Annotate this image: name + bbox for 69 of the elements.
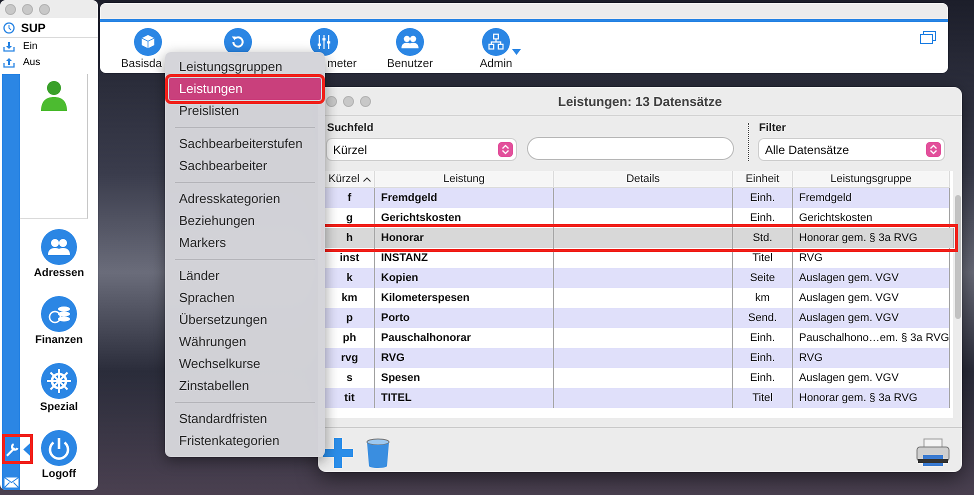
- stepper-icon: [498, 142, 513, 157]
- cube-icon: [134, 28, 162, 56]
- table-row[interactable]: tit TITEL Titel Honorar gem. § 3a RVG: [325, 388, 950, 408]
- menu-item[interactable]: Beziehungen: [169, 210, 321, 232]
- menu-item[interactable]: Sachbearbeiter: [169, 155, 321, 177]
- table-cell: Titel: [733, 388, 793, 408]
- windows-icon[interactable]: [920, 31, 936, 44]
- table-cell: TITEL: [375, 388, 554, 408]
- menu-item[interactable]: Markers: [169, 232, 321, 254]
- menu-item[interactable]: Standardfristen: [169, 408, 321, 430]
- module-button[interactable]: Finanzen: [35, 296, 83, 363]
- trash-icon[interactable]: [366, 438, 390, 468]
- scrollbar-thumb[interactable]: [955, 195, 961, 319]
- window-close-button[interactable]: [326, 96, 337, 106]
- table-row[interactable]: k Kopien Seite Auslagen gem. VGV: [325, 268, 950, 288]
- table-cell: Honorar gem. § 3a RVG: [793, 388, 950, 408]
- column-header[interactable]: Einheit: [733, 171, 793, 187]
- plus-icon[interactable]: [322, 437, 354, 469]
- clock-icon: [3, 22, 15, 34]
- toolbar-button[interactable]: Admin: [453, 22, 539, 71]
- sort-ascending-icon: [362, 176, 371, 182]
- ship-wheel-icon: [41, 363, 77, 399]
- search-field-select[interactable]: Kürzel: [327, 139, 516, 160]
- table-row[interactable]: h Honorar Std. Honorar gem. § 3a RVG: [325, 228, 954, 248]
- tools-button[interactable]: [2, 434, 33, 464]
- user-avatar-icon: [38, 79, 68, 111]
- column-header[interactable]: Leistung: [375, 171, 554, 187]
- module-button[interactable]: Spezial: [40, 363, 78, 430]
- menu-item[interactable]: Preislisten: [169, 100, 321, 122]
- menu-item[interactable]: Fristenkategorien: [169, 430, 321, 452]
- mail-icon[interactable]: [4, 477, 18, 488]
- column-header[interactable]: Leistungsgruppe: [793, 171, 950, 187]
- power-icon: [41, 430, 77, 466]
- menu-item[interactable]: Sachbearbeiterstufen: [169, 133, 321, 155]
- user-name: SUP: [21, 20, 46, 34]
- filter-label: Filter: [759, 122, 787, 134]
- download-icon[interactable]: [3, 40, 15, 52]
- table-row[interactable]: inst INSTANZ Titel RVG: [325, 248, 950, 268]
- filter-select[interactable]: Alle Datensätze: [759, 139, 944, 160]
- module-button[interactable]: Logoff: [41, 430, 77, 490]
- sliders-icon: [310, 28, 338, 56]
- people-icon: [40, 229, 77, 265]
- login-link[interactable]: Ein: [23, 40, 38, 52]
- printer-icon[interactable]: [916, 438, 950, 468]
- window-title: Leistungen: 13 Datensätze: [558, 94, 722, 108]
- menu-item[interactable]: Leistungsgruppen: [169, 56, 321, 78]
- menu-item[interactable]: Sprachen: [169, 287, 321, 309]
- menu-item[interactable]: Adresskategorien: [169, 188, 321, 210]
- menu-item[interactable]: Währungen: [169, 331, 321, 353]
- module-button[interactable]: Adressen: [34, 229, 84, 296]
- upload-icon[interactable]: [3, 56, 15, 68]
- coins-icon: [40, 296, 77, 332]
- people-icon: [396, 28, 424, 56]
- hierarchy-icon: [482, 28, 510, 56]
- menu-item[interactable]: Wechselkurse: [169, 353, 321, 375]
- menu-item[interactable]: Leistungen: [169, 78, 321, 100]
- table-row[interactable]: rvg RVG Einh. RVG: [325, 348, 950, 368]
- toolbar-button[interactable]: Benutzer: [367, 22, 453, 71]
- column-header[interactable]: Details: [554, 171, 733, 187]
- stepper-icon: [926, 142, 941, 157]
- table-row[interactable]: p Porto Send. Auslagen gem. VGV: [325, 308, 950, 328]
- logout-link[interactable]: Aus: [23, 56, 40, 68]
- table-row[interactable]: g Gerichtskosten Einh. Gerichtskosten: [325, 208, 950, 228]
- menu-item[interactable]: Zinstabellen: [169, 375, 321, 397]
- table-row[interactable]: f Fremdgeld Einh. Fremdgeld: [325, 188, 950, 208]
- search-field-label: Suchfeld: [327, 122, 374, 134]
- search-input[interactable]: [527, 137, 734, 160]
- menu-item[interactable]: Länder: [169, 265, 321, 287]
- menu-item[interactable]: Übersetzungen: [169, 309, 321, 331]
